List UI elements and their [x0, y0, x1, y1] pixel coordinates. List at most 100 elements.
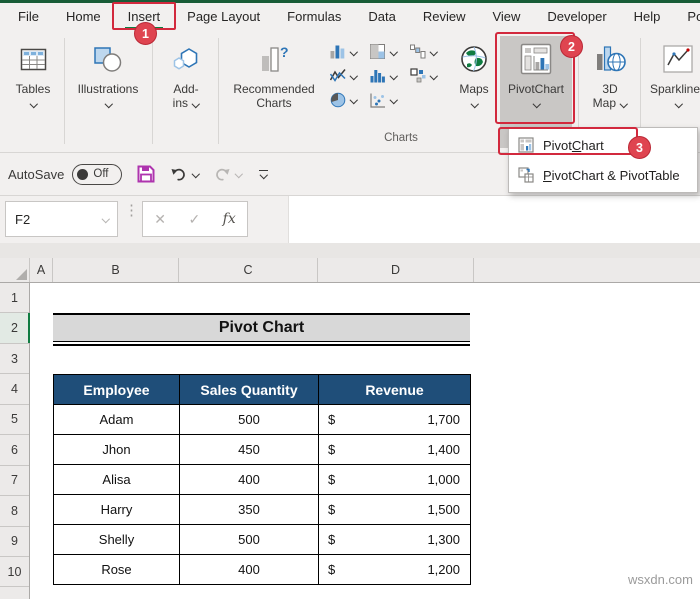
- cell-revenue[interactable]: $1,000: [318, 464, 471, 495]
- redo-button[interactable]: [213, 166, 242, 182]
- histogram-chart-button[interactable]: [370, 68, 410, 83]
- save-icon: [137, 165, 155, 183]
- column-header-a[interactable]: A: [30, 258, 53, 282]
- hierarchy-chart-button[interactable]: [410, 68, 450, 83]
- histogram-chart-icon: [370, 70, 385, 83]
- column-header-blank[interactable]: [474, 258, 700, 282]
- customize-qat-button[interactable]: [256, 169, 270, 179]
- excel-window: File Home Insert Page Layout Formulas Da…: [0, 0, 700, 599]
- treemap-chart-button[interactable]: [370, 44, 410, 59]
- cell-quantity[interactable]: 500: [179, 404, 319, 435]
- cell-revenue[interactable]: $1,500: [318, 494, 471, 525]
- redo-dropdown-chevron[interactable]: [234, 171, 242, 178]
- cell-employee[interactable]: Jhon: [53, 434, 180, 465]
- cell-employee[interactable]: Alisa: [53, 464, 180, 495]
- tab-view[interactable]: View: [480, 3, 532, 30]
- tab-power-pivot[interactable]: Power Pivot: [675, 3, 700, 30]
- line-chart-button[interactable]: [330, 68, 370, 83]
- scatter-chart-button[interactable]: [370, 92, 410, 108]
- tables-button[interactable]: Tables: [6, 36, 60, 148]
- header-revenue[interactable]: Revenue: [318, 374, 471, 405]
- cell-quantity[interactable]: 400: [179, 464, 319, 495]
- illustrations-icon: [93, 36, 123, 82]
- pivotchart-dropdown-chevron[interactable]: [532, 100, 540, 107]
- ribbon-separator: [152, 38, 153, 144]
- illustrations-button[interactable]: Illustrations: [70, 36, 146, 148]
- tab-data[interactable]: Data: [356, 3, 407, 30]
- select-all-corner[interactable]: [0, 258, 30, 282]
- row-header-2[interactable]: 2: [0, 313, 30, 344]
- cancel-icon[interactable]: ✕: [154, 211, 166, 228]
- autosave-toggle-dot: [77, 168, 89, 180]
- add-ins-button[interactable]: Add- ins: [158, 36, 214, 148]
- tab-developer[interactable]: Developer: [535, 3, 618, 30]
- treemap-chart-chevron: [389, 48, 397, 55]
- cell-revenue[interactable]: $1,200: [318, 554, 471, 585]
- revenue-value: 1,200: [427, 562, 460, 577]
- save-button[interactable]: [136, 164, 156, 184]
- 3d-map-icon: [594, 36, 626, 82]
- name-box-value: F2: [15, 211, 31, 227]
- row-header-10[interactable]: 10: [0, 557, 29, 588]
- cell-employee[interactable]: Rose: [53, 554, 180, 585]
- undo-dropdown-chevron[interactable]: [191, 171, 199, 178]
- header-employee[interactable]: Employee: [53, 374, 180, 405]
- add-ins-label-line1: Add-: [173, 82, 198, 96]
- name-box-dropdown-chevron[interactable]: [101, 216, 109, 223]
- cell-quantity[interactable]: 400: [179, 554, 319, 585]
- hierarchy-chart-chevron: [429, 72, 437, 79]
- table-row: Jhon 450 $1,400: [53, 434, 471, 465]
- cell-revenue[interactable]: $1,300: [318, 524, 471, 555]
- cell-quantity[interactable]: 350: [179, 494, 319, 525]
- row-header-9[interactable]: 9: [0, 527, 29, 557]
- cell-revenue[interactable]: $1,400: [318, 434, 471, 465]
- menu-item-pivotchart-pivottable[interactable]: PivotChart & PivotTable: [509, 160, 697, 190]
- sheet-title-cell[interactable]: Pivot Chart: [53, 313, 470, 346]
- worksheet-area: A B C D 1 2 3 4 5 6 7 8 9 10 Pivot Chart: [0, 243, 700, 599]
- cell-quantity[interactable]: 450: [179, 434, 319, 465]
- cell-revenue[interactable]: $1,700: [318, 404, 471, 435]
- row-header-4[interactable]: 4: [0, 374, 29, 405]
- column-header-d[interactable]: D: [318, 258, 474, 282]
- cell-employee[interactable]: Harry: [53, 494, 180, 525]
- table-row: Alisa 400 $1,000: [53, 464, 471, 495]
- row-header-5[interactable]: 5: [0, 405, 29, 436]
- tab-help[interactable]: Help: [622, 3, 673, 30]
- insert-function-icon[interactable]: fx: [223, 211, 236, 227]
- illustrations-dropdown-chevron: [104, 100, 112, 107]
- tab-home[interactable]: Home: [54, 3, 113, 30]
- tab-file[interactable]: File: [6, 3, 51, 30]
- row-header-1[interactable]: 1: [0, 283, 29, 314]
- label-accesskey: C: [571, 137, 582, 153]
- formula-input[interactable]: [288, 196, 700, 243]
- pie-chart-button[interactable]: [330, 92, 370, 108]
- column-header-c[interactable]: C: [179, 258, 318, 282]
- undo-icon: [171, 168, 186, 181]
- 3d-map-label-line1: 3D: [602, 82, 618, 96]
- grid-canvas[interactable]: Pivot Chart Employee Sales Quantity Reve…: [30, 283, 700, 599]
- column-header-b[interactable]: B: [53, 258, 179, 282]
- header-sales-quantity[interactable]: Sales Quantity: [179, 374, 319, 405]
- tables-icon: [20, 36, 47, 82]
- enter-icon[interactable]: ✓: [188, 211, 200, 228]
- tab-page-layout[interactable]: Page Layout: [175, 3, 272, 30]
- menu-item-pivotchart[interactable]: PivotChart: [509, 130, 697, 160]
- cell-employee[interactable]: Adam: [53, 404, 180, 435]
- tab-formulas[interactable]: Formulas: [275, 3, 353, 30]
- row-header-6[interactable]: 6: [0, 435, 29, 466]
- undo-button[interactable]: [170, 166, 199, 182]
- name-box[interactable]: F2: [5, 201, 118, 237]
- row-header-11-partial[interactable]: [0, 587, 29, 599]
- cell-employee[interactable]: Shelly: [53, 524, 180, 555]
- column-chart-button[interactable]: [330, 44, 370, 59]
- autosave-toggle[interactable]: Off: [72, 163, 123, 185]
- row-header-7[interactable]: 7: [0, 466, 29, 497]
- waterfall-chart-button[interactable]: [410, 44, 450, 59]
- row-header-3[interactable]: 3: [0, 344, 29, 375]
- customize-qat-chevron: [259, 172, 267, 179]
- currency-symbol: $: [328, 502, 336, 517]
- cell-quantity[interactable]: 500: [179, 524, 319, 555]
- row-header-8[interactable]: 8: [0, 496, 29, 527]
- tab-review[interactable]: Review: [411, 3, 478, 30]
- waterfall-chart-chevron: [429, 48, 437, 55]
